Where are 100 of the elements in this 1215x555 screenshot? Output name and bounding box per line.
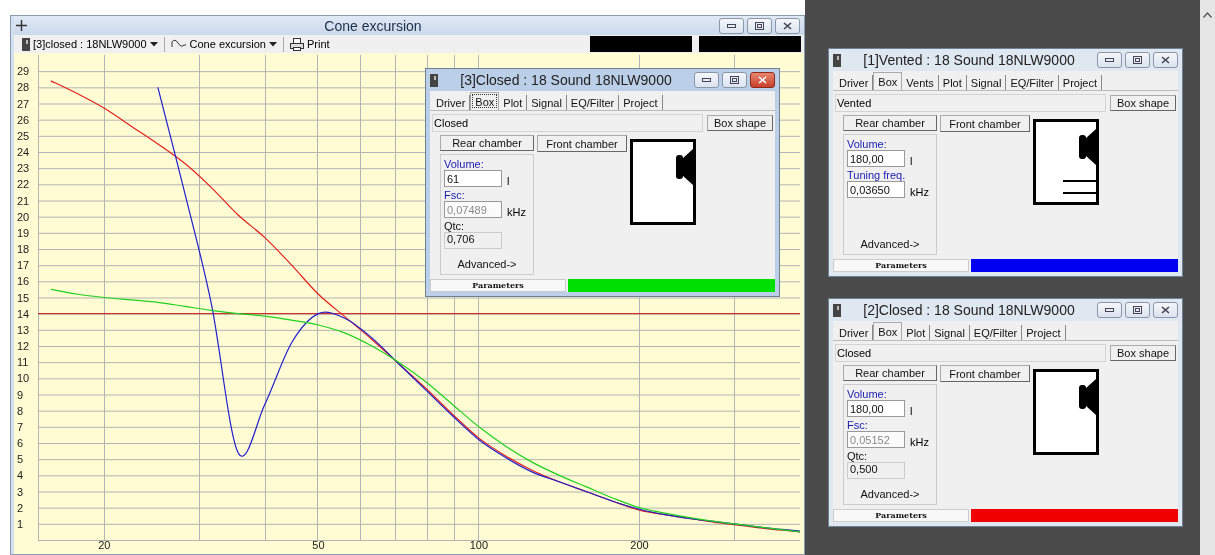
tab[interactable]: Plot (499, 95, 528, 110)
minimize-button[interactable] (719, 17, 744, 34)
axis-label: 5 (17, 453, 24, 466)
axis-label: 9 (17, 388, 24, 401)
unit-label: l (507, 175, 510, 187)
axis-label: 2 (17, 501, 24, 514)
axis-label: 12 (17, 340, 30, 352)
front-chamber-button[interactable]: Front chamber (940, 365, 1030, 382)
axis-label: 16 (17, 275, 30, 288)
axis-label: 4 (17, 469, 24, 482)
axis-label: 26 (17, 113, 30, 126)
status-label: Parameters (833, 509, 969, 522)
close-icon (1161, 306, 1170, 314)
maximize-icon (1133, 306, 1142, 314)
value-readout: 0,706 (444, 232, 502, 249)
window-title: [2]Closed : 18 Sound 18NLW9000 (862, 302, 1076, 318)
field-label: Fsc: (847, 419, 869, 431)
axis-label: 25 (17, 129, 30, 142)
unit-label: kHz (507, 206, 526, 218)
box-shape-button[interactable]: Box shape (707, 115, 773, 131)
close-icon (1161, 56, 1170, 64)
value-field[interactable]: 180,00 (847, 150, 905, 167)
value-readout: 0,500 (847, 462, 905, 479)
field-label: Volume: (444, 158, 485, 170)
axis-label: 24 (17, 146, 30, 158)
box-type-field: Vented (835, 94, 1106, 112)
tab[interactable]: Signal (966, 75, 1007, 90)
axis-label: 7 (17, 420, 24, 433)
advanced-button[interactable]: Advanced-> (457, 258, 517, 270)
print-button[interactable]: Print (287, 37, 332, 51)
status-label: Parameters (430, 279, 566, 292)
minimize-icon (1105, 308, 1114, 312)
box-shape-button[interactable]: Box shape (1110, 345, 1176, 361)
tab[interactable]: Signal (527, 95, 567, 110)
box-type-field: Closed (432, 114, 703, 132)
rear-chamber-button[interactable]: Rear chamber (843, 115, 937, 131)
maximize-button[interactable] (1125, 52, 1150, 68)
axis-label: 100 (469, 539, 489, 550)
wave-icon (170, 39, 187, 50)
box-type-field: Closed (835, 344, 1106, 362)
caret-icon (149, 41, 158, 47)
axis-label: 3 (17, 485, 24, 498)
axis-label: 20 (17, 210, 30, 223)
maximize-button[interactable] (1125, 302, 1150, 318)
field-label: Volume: (847, 138, 888, 150)
advanced-button[interactable]: Advanced-> (860, 238, 920, 250)
minimize-button[interactable] (694, 72, 719, 88)
box-shape-button[interactable]: Box shape (1110, 95, 1176, 111)
axis-label: 28 (17, 81, 30, 94)
rear-chamber-button[interactable]: Rear chamber (440, 135, 534, 151)
crosshair-icon (16, 20, 27, 32)
axis-label: 20 (98, 539, 111, 550)
front-chamber-button[interactable]: Front chamber (940, 115, 1030, 132)
field-label: Qtc: (847, 450, 869, 462)
axis-label: 23 (17, 162, 30, 175)
value-field[interactable]: 61 (444, 170, 502, 187)
axis-label: 29 (17, 65, 30, 78)
printer-icon (289, 37, 304, 51)
field-label: Tuning freq. (847, 169, 907, 181)
advanced-button[interactable]: Advanced-> (860, 488, 920, 500)
minimize-button[interactable] (1097, 52, 1122, 68)
graph-dropdown[interactable]: Cone excursion (168, 38, 279, 51)
enclosure-dropdown[interactable]: [3]closed : 18NLW9000 (20, 37, 160, 51)
tab[interactable]: EQ/Filter (1006, 75, 1059, 90)
tab[interactable]: Project (1058, 75, 1103, 90)
tab[interactable]: Project (619, 95, 663, 110)
caret-icon (268, 41, 277, 47)
axis-label: 11 (17, 356, 29, 369)
axis-label: 27 (17, 97, 30, 110)
tab[interactable]: Plot (938, 75, 967, 90)
tab[interactable]: Box (873, 322, 903, 340)
tab[interactable]: EQ/Filter (969, 325, 1023, 340)
front-chamber-button[interactable]: Front chamber (537, 135, 627, 152)
tab[interactable]: Box (873, 72, 903, 90)
axis-label: 18 (17, 243, 30, 255)
field-label: Fsc: (444, 189, 466, 201)
close-button[interactable] (1153, 52, 1178, 68)
tab[interactable]: EQ/Filter (566, 95, 620, 110)
maximize-button[interactable] (722, 72, 747, 88)
tab[interactable]: Plot (902, 325, 931, 340)
close-button[interactable] (775, 17, 800, 34)
tab[interactable]: Project (1022, 325, 1066, 340)
close-button[interactable] (1153, 302, 1178, 318)
minimize-icon (727, 23, 736, 28)
value-field[interactable]: 0,03650 (847, 181, 905, 198)
close-icon (783, 21, 792, 30)
scroll-up-icon[interactable] (1203, 12, 1212, 18)
minimize-button[interactable] (1097, 302, 1122, 318)
rear-chamber-button[interactable]: Rear chamber (843, 365, 937, 381)
value-field[interactable]: 180,00 (847, 400, 905, 417)
minimize-icon (702, 78, 711, 82)
maximize-button[interactable] (747, 17, 772, 34)
minimize-icon (1105, 58, 1114, 62)
axis-label: 10 (17, 372, 30, 385)
tab[interactable]: Signal (930, 325, 970, 340)
close-button[interactable] (750, 72, 775, 88)
axis-label: 1 (17, 517, 24, 530)
cabinet-icon (833, 53, 841, 67)
tab[interactable]: Vents (902, 75, 939, 90)
tab[interactable]: Box (470, 92, 500, 110)
